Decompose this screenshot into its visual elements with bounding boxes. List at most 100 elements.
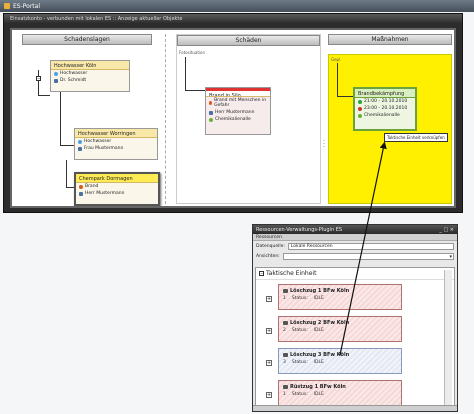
- card-row-text: 23:00 - 20.10.2010: [364, 106, 408, 111]
- tree-root-label: Taktische Einheit: [266, 270, 317, 277]
- column-header-losses[interactable]: Schäden: [177, 35, 320, 46]
- card-row-text: Herr Mustermann: [85, 191, 125, 196]
- chemical-icon: [358, 113, 362, 118]
- flood-icon: [54, 71, 58, 76]
- card-row: Brand: [76, 183, 158, 190]
- unit-card-loeschzug-1[interactable]: Löschzug 1 BFw Köln 1 Status: IDLE: [278, 284, 402, 310]
- chemical-icon: [209, 117, 213, 122]
- unit-title-text: Löschzug 3 BFw Köln: [290, 352, 350, 358]
- card-row: Chemikalienalle: [206, 116, 270, 123]
- card-row-text: Hochwasser: [84, 139, 112, 144]
- tree-toggle[interactable]: −: [36, 76, 41, 81]
- damage-card-hochwasser-worringen[interactable]: Hochwasser Worringen Hochwasser Frau Mus…: [74, 128, 158, 160]
- resource-plugin-window: Ressourcen-Verwaltungs-Plugin ES _ □ × R…: [252, 224, 458, 412]
- plugin-title-bar[interactable]: Ressourcen-Verwaltungs-Plugin ES _ □ ×: [253, 225, 457, 234]
- unit-card-loeschzug-3[interactable]: Löschzug 3 BFw Köln 3 Status: IDLE: [278, 348, 402, 374]
- unit-number: 1: [283, 392, 286, 397]
- clock-green-icon: [358, 99, 362, 104]
- card-row-text: Dr. Schmidt: [60, 78, 87, 83]
- fire-truck-icon: [283, 289, 288, 293]
- column-header-measures[interactable]: Maßnahmen: [328, 34, 452, 45]
- card-row: Hochwasser: [75, 138, 157, 145]
- fire-truck-icon: [283, 353, 288, 357]
- unit-status-label: Status:: [291, 296, 308, 301]
- unit-title-text: Löschzug 1 BFw Köln: [290, 288, 350, 294]
- views-label: Ansichten:: [256, 253, 280, 259]
- unit-title: Löschzug 2 BFw Köln: [279, 317, 401, 327]
- column-sublabel: Gepl.: [331, 57, 342, 62]
- unit-status-label: Status:: [291, 360, 308, 365]
- unit-status: 3 Status: IDLE: [279, 359, 401, 366]
- loss-card-brand-in-silo[interactable]: Brand in Silo Brand mit Menschen in Gefa…: [205, 87, 271, 135]
- column-sublabel: Fotosituation: [179, 50, 206, 55]
- tactical-unit-tree: − Taktische Einheit + Löschzug 1 BFw Köl…: [255, 267, 455, 411]
- card-title: Chempark Dormagen: [76, 174, 158, 183]
- tree-root-tactical-units[interactable]: − Taktische Einheit: [256, 268, 454, 280]
- tree-connector: [60, 92, 74, 146]
- column-losses: Schäden Fotosituation Brand in Silo Bran…: [176, 34, 321, 204]
- link-unit-tooltip: Taktische Einheit verknüpfen: [384, 133, 448, 142]
- tree-toggle[interactable]: +: [266, 296, 272, 302]
- views-row: Ansichten: ▾: [253, 251, 457, 261]
- fire-icon: [209, 101, 213, 105]
- unit-title-text: Rüstzug 1 BFw Köln: [290, 384, 346, 390]
- unit-title: Rüstzug 1 BFw Köln: [279, 381, 401, 391]
- card-row: 21:00 - 20.10.2010: [355, 98, 415, 105]
- situation-board: Schadenslagen − Hochwasser Köln Hochwass…: [10, 28, 456, 208]
- fire-icon: [79, 184, 83, 189]
- person-icon: [79, 191, 83, 196]
- unit-status-label: Status:: [291, 328, 308, 333]
- unit-status-value: IDLE: [313, 296, 324, 301]
- person-icon: [54, 78, 58, 83]
- card-row: 23:00 - 20.10.2010: [355, 105, 415, 112]
- unit-status-value: IDLE: [313, 360, 324, 365]
- unit-number: 1: [283, 296, 286, 301]
- unit-number: 2: [283, 328, 286, 333]
- measures-drop-zone[interactable]: Gepl. Brandbekämpfung 21:00 - 20.10.2010…: [328, 54, 452, 204]
- app-title: ES-Portal: [13, 2, 41, 10]
- main-window: Einsatzkonto - verbunden mit lokalen ES …: [3, 13, 463, 213]
- card-row: Chemikalienalle: [355, 112, 415, 119]
- card-row-text: Brand: [85, 184, 99, 189]
- damage-card-hochwasser-koeln[interactable]: Hochwasser Köln Hochwasser Dr. Schmidt: [50, 60, 130, 92]
- card-row: Dr. Schmidt: [51, 77, 129, 84]
- card-row: Herr Mustermann: [206, 109, 270, 116]
- plugin-title: Ressourcen-Verwaltungs-Plugin ES: [256, 227, 343, 233]
- card-row: Brand mit Menschen in Gefahr: [206, 97, 270, 109]
- unit-card-ruestzug-1[interactable]: Rüstzug 1 BFw Köln 1 Status: IDLE: [278, 380, 402, 406]
- card-row-text: Brand mit Menschen in Gefahr: [214, 98, 267, 108]
- window-controls[interactable]: _ □ ×: [439, 227, 454, 233]
- tree-toggle[interactable]: +: [266, 392, 272, 398]
- fire-truck-icon: [283, 385, 288, 389]
- person-icon: [78, 146, 82, 151]
- fire-truck-icon: [283, 321, 288, 325]
- clock-red-icon: [358, 106, 362, 111]
- tree-connector: [66, 160, 74, 188]
- tree-scrollbar[interactable]: [444, 270, 452, 408]
- card-title: Brand in Silo: [206, 88, 270, 97]
- card-row-text: Hochwasser: [60, 71, 88, 76]
- views-dropdown[interactable]: ▾: [282, 252, 454, 260]
- column-damage-situations: Schadenslagen − Hochwasser Köln Hochwass…: [16, 34, 166, 206]
- unit-status-value: IDLE: [313, 392, 324, 397]
- tree-toggle[interactable]: −: [259, 271, 264, 276]
- tree-toggle[interactable]: +: [266, 360, 272, 366]
- unit-card-loeschzug-2[interactable]: Löschzug 2 BFw Köln 2 Status: IDLE: [278, 316, 402, 342]
- card-title: Hochwasser Köln: [51, 61, 129, 70]
- plugin-status-bar: [253, 405, 457, 411]
- tree-toggle[interactable]: +: [266, 328, 272, 334]
- tree-connector: [185, 57, 205, 91]
- chevron-down-icon[interactable]: ▾: [449, 254, 452, 260]
- datasource-field[interactable]: Lokale Ressourcen: [287, 242, 454, 250]
- card-row: Hochwasser: [51, 70, 129, 77]
- measure-card-brandbekaempfung[interactable]: Brandbekämpfung 21:00 - 20.10.2010 23:00…: [353, 87, 417, 131]
- plugin-menu-resources[interactable]: Ressourcen: [253, 234, 457, 241]
- column-splitter-handle[interactable]: · · ·: [323, 139, 326, 154]
- card-title: Hochwasser Worringen: [75, 129, 157, 138]
- tree-connector: [337, 63, 353, 97]
- column-header-damage[interactable]: Schadenslagen: [22, 34, 152, 45]
- card-row-text: Chemikalienalle: [215, 117, 251, 122]
- card-row-text: Frau Mustermann: [84, 146, 124, 151]
- damage-card-chempark-dormagen[interactable]: Chempark Dormagen Brand Herr Mustermann: [74, 172, 160, 206]
- unit-status: 1 Status: IDLE: [279, 391, 401, 398]
